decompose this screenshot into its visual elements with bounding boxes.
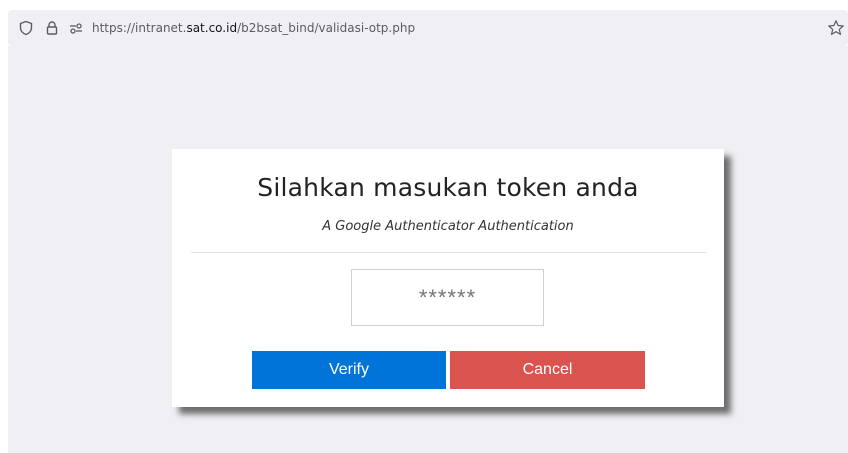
token-input[interactable]	[351, 269, 544, 326]
star-icon[interactable]	[826, 18, 846, 38]
cancel-button[interactable]: Cancel	[450, 351, 645, 389]
address-bar[interactable]: https://intranet.sat.co.id/b2bsat_bind/v…	[8, 10, 848, 46]
page-subtitle: A Google Authenticator Authentication	[322, 219, 574, 234]
lock-icon[interactable]	[42, 18, 62, 38]
url-prefix: https://intranet.	[92, 21, 187, 35]
url-text[interactable]: https://intranet.sat.co.id/b2bsat_bind/v…	[92, 21, 415, 35]
divider	[191, 252, 706, 253]
permissions-icon[interactable]	[66, 18, 86, 38]
url-host: sat.co.id	[186, 21, 238, 35]
verify-button[interactable]: Verify	[252, 351, 446, 389]
otp-card: Silahkan masukan token anda A Google Aut…	[172, 149, 724, 407]
page-title: Silahkan masukan token anda	[257, 173, 639, 202]
shield-icon[interactable]	[16, 18, 36, 38]
url-path: /b2bsat_bind/validasi-otp.php	[237, 21, 416, 35]
page-content: Silahkan masukan token anda A Google Aut…	[8, 46, 848, 453]
